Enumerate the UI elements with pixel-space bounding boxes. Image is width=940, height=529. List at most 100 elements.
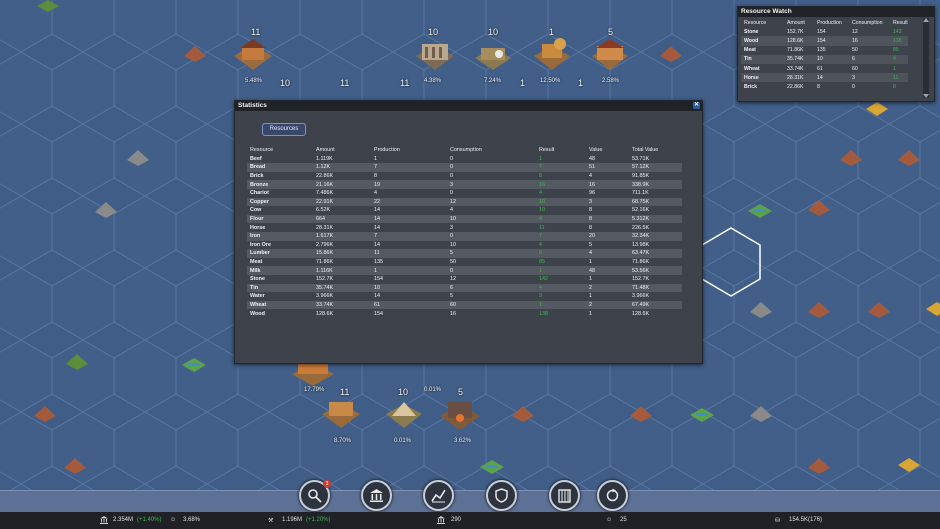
column-header[interactable]: Amount xyxy=(784,18,814,27)
mountain-tile[interactable] xyxy=(32,404,58,424)
table-row[interactable]: Flour 664 14 10 4 8 5.312K xyxy=(247,214,682,224)
mountain-tile[interactable] xyxy=(748,404,774,424)
table-row[interactable]: Horse 28.31K 14 3 11 8 226.5K xyxy=(247,223,682,232)
forest-tile[interactable] xyxy=(64,352,90,372)
building-tile[interactable] xyxy=(471,40,515,74)
dock-button-cycle[interactable] xyxy=(597,480,628,511)
farm-tile[interactable] xyxy=(688,406,716,424)
chart-icon xyxy=(431,489,446,503)
resource-watch-title[interactable]: Resource Watch xyxy=(738,7,934,17)
building-tile[interactable] xyxy=(438,394,482,434)
column-header[interactable]: Value xyxy=(586,146,629,155)
table-row[interactable]: Cow 6.52K 14 4 10 8 52.16K xyxy=(247,206,682,215)
table-cell: 2 xyxy=(586,283,629,293)
mountain-tile[interactable] xyxy=(806,456,832,476)
column-header[interactable]: Consumption xyxy=(447,146,536,155)
mountain-tile[interactable] xyxy=(806,198,832,218)
mountain-tile[interactable] xyxy=(748,300,774,320)
table-row[interactable]: Tin 35.74K 10 6 4 2 71.48K xyxy=(247,283,682,293)
farm-tile[interactable] xyxy=(746,202,774,220)
mountain-tile[interactable] xyxy=(866,300,892,320)
column-header[interactable]: Production xyxy=(371,146,447,155)
table-row[interactable]: Wood 128.6K 154 16 138 xyxy=(741,36,908,46)
tab-resources[interactable]: Resources xyxy=(262,123,306,136)
table-cell: 53.71K xyxy=(632,155,650,162)
building-tile[interactable] xyxy=(530,36,574,74)
table-cell: 142 xyxy=(539,276,548,283)
mountain-tile[interactable] xyxy=(182,44,208,64)
table-cell: 1.119K xyxy=(316,155,333,162)
table-row[interactable]: Stone 152.7K 154 12 142 xyxy=(741,27,908,36)
table-cell: 1 xyxy=(536,266,586,275)
table-cell: 1.12K xyxy=(313,163,371,172)
table-row[interactable]: Beef 1.119K 1 0 1 48 53.71K xyxy=(247,155,682,164)
column-header[interactable]: Amount xyxy=(313,146,371,155)
table-row[interactable]: Wood 128.6K 154 16 138 1 128.6K xyxy=(247,309,682,318)
table-row[interactable]: Stone 152.7K 154 12 142 1 152.7K xyxy=(247,275,682,284)
building-tile[interactable] xyxy=(384,396,424,432)
table-row[interactable]: Meat 71.86K 135 50 85 xyxy=(741,46,908,55)
table-cell: 8 xyxy=(589,207,592,214)
table-row[interactable]: Brick 22.86K 8 0 8 4 91.85K xyxy=(247,172,682,181)
table-row[interactable]: Brick 22.86K 8 0 8 xyxy=(741,82,908,91)
forest-tile[interactable] xyxy=(35,0,61,14)
dock-button-defense[interactable] xyxy=(486,480,517,511)
mountain-tile[interactable] xyxy=(838,148,864,168)
column-header[interactable]: Total Value xyxy=(629,146,682,155)
table-row[interactable]: Horse 28.31K 14 3 11 xyxy=(741,73,908,83)
table-row[interactable]: Wheat 33.74K 61 60 1 2 67.49K xyxy=(247,300,682,310)
building-tile[interactable] xyxy=(412,38,458,74)
farm-tile[interactable] xyxy=(478,458,506,476)
wheat-tile[interactable] xyxy=(924,300,940,318)
close-button[interactable]: ✕ xyxy=(693,102,700,109)
wheat-tile[interactable] xyxy=(864,100,890,118)
table-row[interactable]: Chariot 7.486K 4 0 4 96 711.1K xyxy=(247,189,682,198)
table-row[interactable]: Copper 22.91K 22 12 10 3 68.75K xyxy=(247,197,682,207)
table-row[interactable]: Iron 1.617K 7 0 7 20 32.34K xyxy=(247,231,682,241)
building-tile[interactable] xyxy=(230,38,276,74)
table-row[interactable]: Meat 71.86K 135 50 85 1 71.86K xyxy=(247,258,682,267)
table-cell: 6 xyxy=(447,283,536,293)
table-row[interactable]: Bronze 21.16K 19 3 16 16 338.9K xyxy=(247,180,682,189)
table-row[interactable]: Lumber 15.86K 11 5 6 4 63.47K xyxy=(247,249,682,258)
column-header[interactable]: Resource xyxy=(247,146,313,155)
column-header[interactable]: Production xyxy=(814,18,849,27)
table-row[interactable]: Milk 1.116K 1 0 1 48 53.56K xyxy=(247,266,682,275)
table-row[interactable]: Wheat 33.74K 61 60 1 xyxy=(741,64,908,73)
statistics-title[interactable]: Statistics ✕ xyxy=(235,101,702,111)
table-row[interactable]: Bread 1.12K 7 0 7 51 57.12K xyxy=(247,163,682,172)
scroll-down-arrow[interactable] xyxy=(923,94,929,98)
table-cell: 226.5K xyxy=(632,224,650,231)
mountain-tile[interactable] xyxy=(896,148,922,168)
building-tile[interactable] xyxy=(320,396,362,432)
column-header[interactable]: Consumption xyxy=(849,18,890,27)
mountain-tile[interactable] xyxy=(658,44,684,64)
table-row[interactable]: Tin 35.74K 10 6 4 xyxy=(741,54,908,64)
mountain-tile[interactable] xyxy=(93,200,119,220)
resource-watch-scrollbar[interactable] xyxy=(923,18,929,98)
table-row[interactable]: Iron Ore 2.796K 14 10 4 5 13.98K xyxy=(247,241,682,250)
table-cell: 20 xyxy=(586,231,629,241)
table-cell: 5 xyxy=(589,241,592,248)
building-tile[interactable] xyxy=(290,360,336,388)
dock-button-search[interactable]: 3 xyxy=(299,480,331,511)
dock-button-statistics[interactable] xyxy=(423,480,454,511)
table-cell: 67.49K xyxy=(629,300,682,310)
column-header[interactable]: Result xyxy=(890,18,908,27)
building-tile[interactable] xyxy=(588,38,632,74)
farm-tile[interactable] xyxy=(180,356,208,374)
column-header[interactable]: Result xyxy=(536,146,586,155)
dock-button-buildings[interactable] xyxy=(361,480,392,511)
mountain-tile[interactable] xyxy=(806,300,832,320)
mountain-tile[interactable] xyxy=(62,456,88,476)
mountain-tile[interactable] xyxy=(628,404,654,424)
column-header[interactable]: Resource xyxy=(741,18,784,27)
table-row[interactable]: Water 3.966K 14 5 9 1 3.966K xyxy=(247,292,682,301)
mountain-tile[interactable] xyxy=(510,404,536,424)
table-cell: 8 xyxy=(374,173,377,180)
wheat-tile[interactable] xyxy=(896,456,922,474)
dock-button-city[interactable] xyxy=(549,480,580,511)
resource-name: Stone xyxy=(744,28,759,35)
mountain-tile[interactable] xyxy=(125,148,151,168)
scroll-up-arrow[interactable] xyxy=(923,18,929,22)
